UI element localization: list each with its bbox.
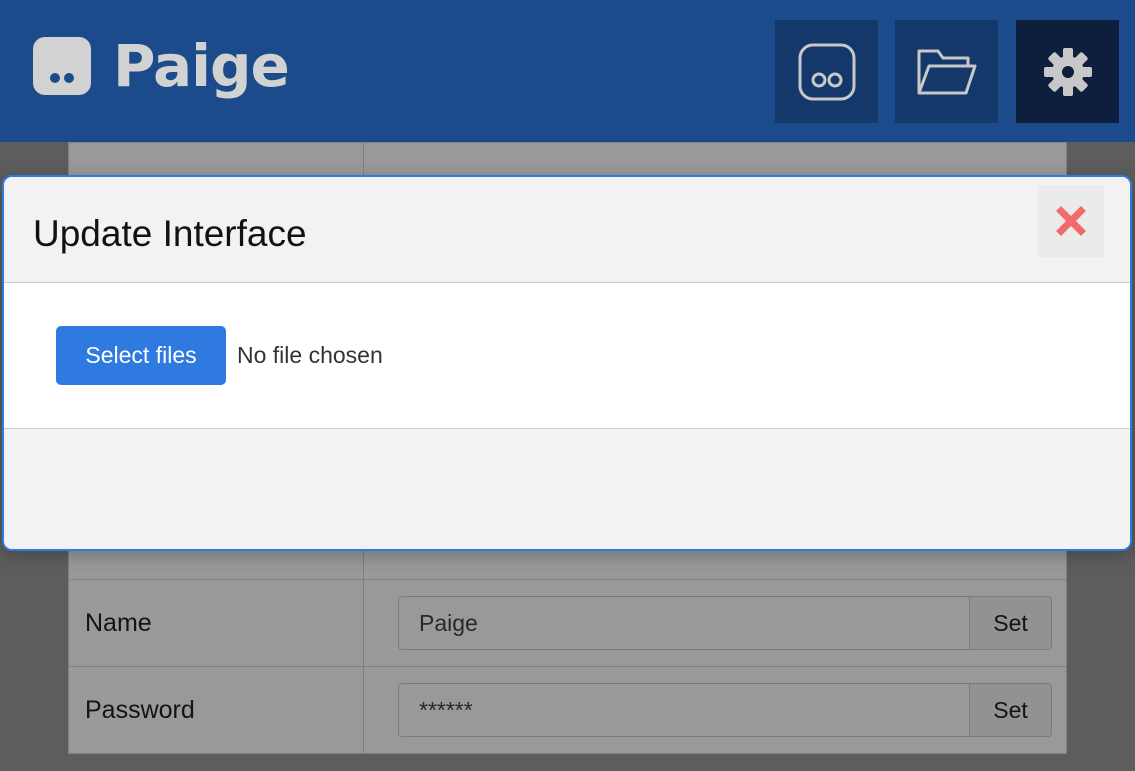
app-header: Paige [0,0,1135,142]
close-button[interactable] [1038,185,1104,257]
nav-settings-button[interactable] [1016,20,1119,123]
robot-logo-icon [33,37,91,95]
file-picker[interactable]: Select files No file chosen [56,326,516,385]
close-icon [1056,206,1086,236]
nav-robot-button[interactable] [775,20,878,123]
select-files-button[interactable]: Select files [56,326,226,385]
dialog-title: Update Interface [33,213,307,254]
gear-icon [1043,47,1092,96]
dialog-footer [4,429,1130,549]
dialog-header: Update Interface [4,177,1130,283]
update-interface-dialog: Update Interface Select files No file ch… [2,175,1132,551]
robot-face-icon [798,43,855,100]
dialog-body: Select files No file chosen [4,283,1130,429]
folder-icon [917,49,976,94]
app-brand-name: Paige [113,32,290,100]
nav-files-button[interactable] [895,20,998,123]
file-status-text: No file chosen [237,342,383,368]
app-logo: Paige [33,32,290,100]
